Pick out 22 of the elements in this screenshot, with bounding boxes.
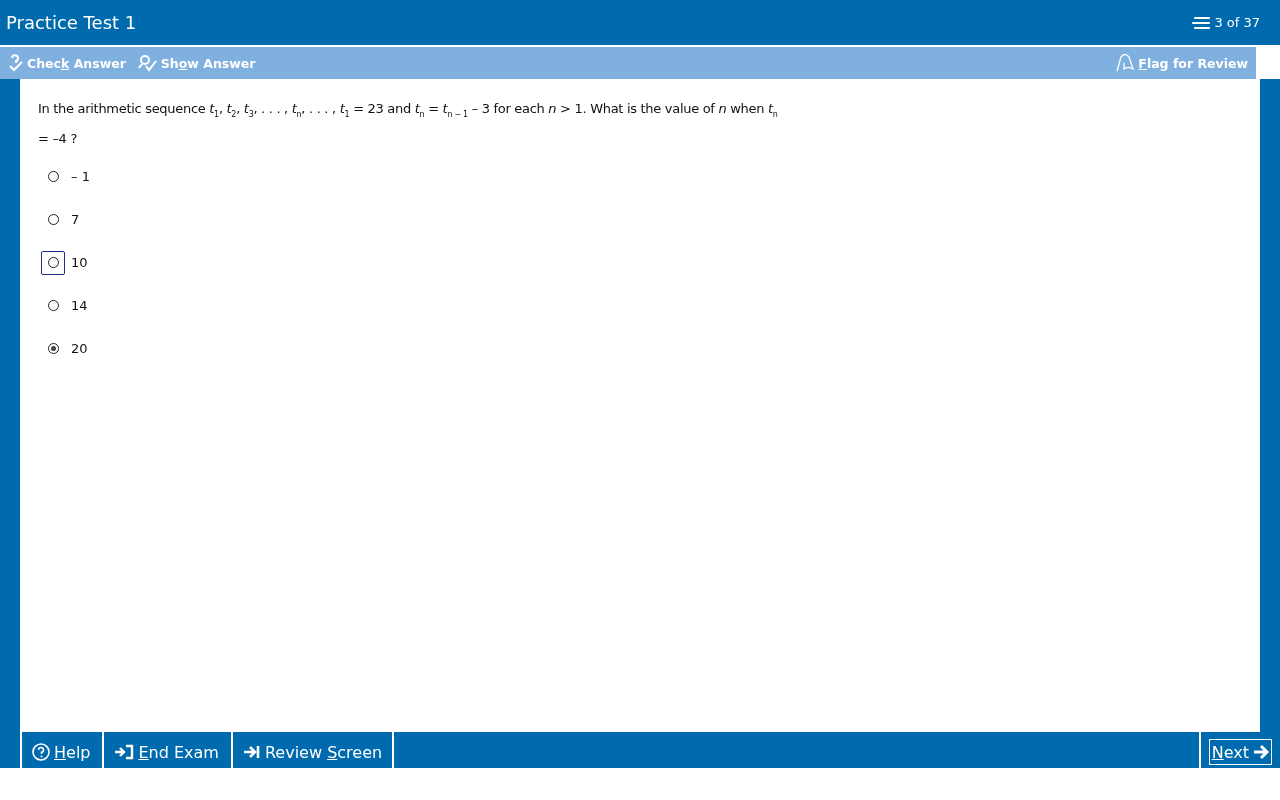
option-text: 20 bbox=[71, 341, 88, 357]
arrow-bar-icon bbox=[242, 744, 261, 760]
magnifier-check-icon bbox=[137, 54, 158, 72]
list-icon bbox=[1191, 15, 1212, 30]
next-button[interactable]: Next bbox=[1208, 739, 1272, 765]
test-title: Practice Test 1 bbox=[6, 12, 137, 33]
radio-button[interactable] bbox=[47, 343, 59, 355]
radio-button[interactable] bbox=[47, 300, 59, 312]
radio-button[interactable] bbox=[47, 171, 59, 183]
flag-icon bbox=[1115, 53, 1136, 73]
exit-arrow-icon bbox=[114, 744, 135, 760]
option-text: 14 bbox=[71, 298, 88, 314]
option-text: 10 bbox=[71, 255, 88, 271]
radio-button[interactable] bbox=[47, 214, 59, 226]
radio-button[interactable] bbox=[47, 257, 59, 269]
question-text: In the arithmetic sequence t$_{1}$, t$_{2}$, t$_{3}$, . . . , t$_{n}$, . . . , t$_{1}$ = 23 and t$_{n}$ = t$_{n − 1}$ – 3 for each n > 1. What is the value of n when t$_{n}$ = –4 ? bbox=[38, 100, 778, 148]
option-text: – 1 bbox=[71, 169, 90, 185]
help-icon bbox=[32, 743, 50, 761]
arrow-right-icon bbox=[1253, 744, 1269, 760]
question-counter: 3 of 37 bbox=[1214, 15, 1260, 30]
option-text: 7 bbox=[71, 212, 80, 228]
check-icon bbox=[8, 54, 24, 72]
